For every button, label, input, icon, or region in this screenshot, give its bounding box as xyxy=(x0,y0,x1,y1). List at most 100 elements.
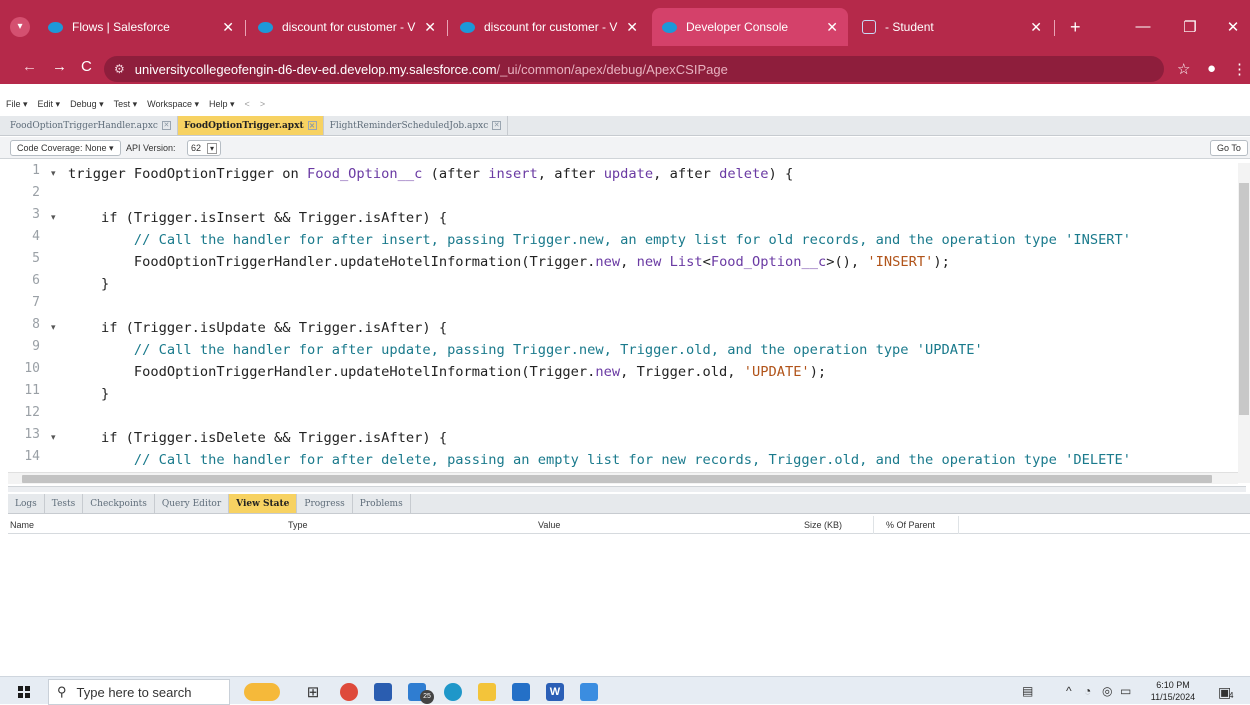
taskbar-search-box[interactable]: ⚲ Type here to search xyxy=(48,679,230,705)
code-line: } xyxy=(68,276,110,292)
file-tab-scheduled-job[interactable]: FlightReminderScheduledJob.apxc ✕ xyxy=(324,116,509,135)
more-menu-icon[interactable]: ⋮ xyxy=(1232,60,1247,78)
column-size[interactable]: Size (KB) xyxy=(804,520,842,530)
battery-icon[interactable]: ▭ xyxy=(1120,684,1131,698)
close-file-icon[interactable]: ✕ xyxy=(161,121,171,130)
store-icon[interactable] xyxy=(374,683,392,701)
tab-problems[interactable]: Problems xyxy=(353,494,411,513)
file-tab-bar: FoodOptionTriggerHandler.apxc ✕ FoodOpti… xyxy=(0,116,1250,136)
chrome-icon[interactable] xyxy=(340,683,358,701)
photos-icon[interactable] xyxy=(580,683,598,701)
tab-checkpoints[interactable]: Checkpoints xyxy=(83,494,155,513)
tab-logs[interactable]: Logs xyxy=(8,494,45,513)
column-type[interactable]: Type xyxy=(288,520,308,530)
fold-arrow-icon[interactable]: ▾ xyxy=(51,432,56,443)
tab-title: Developer Console xyxy=(686,20,789,34)
task-view-icon[interactable]: ⊞ xyxy=(304,683,322,701)
close-tab-icon[interactable]: ✕ xyxy=(826,19,838,36)
close-tab-icon[interactable]: ✕ xyxy=(222,19,234,36)
panel-splitter[interactable] xyxy=(8,486,1246,492)
line-number: 10 xyxy=(24,361,40,376)
menu-back[interactable]: < xyxy=(245,99,250,109)
tab-title: Flows | Salesforce xyxy=(72,20,170,34)
browser-tab-flows[interactable]: Flows | Salesforce ✕ xyxy=(38,8,244,46)
browser-tab-discount-2[interactable]: discount for customer - V1 ✕ xyxy=(450,8,648,46)
menu-file[interactable]: File ▾ xyxy=(6,99,28,110)
menu-workspace[interactable]: Workspace ▾ xyxy=(147,99,199,110)
line-number: 2 xyxy=(32,185,40,200)
volume-icon[interactable]: ◎ xyxy=(1102,684,1112,698)
line-number: 6 xyxy=(32,273,40,288)
column-percent-of-parent[interactable]: % Of Parent xyxy=(886,520,935,530)
site-settings-icon[interactable]: ⚙ xyxy=(114,62,125,76)
editor-horizontal-scrollbar[interactable] xyxy=(8,472,1238,484)
file-tab-label: FoodOptionTriggerHandler.apxc xyxy=(10,120,158,131)
fold-arrow-icon[interactable]: ▾ xyxy=(51,322,56,333)
tab-divider xyxy=(447,20,448,36)
keyboard-icon[interactable]: ▤ xyxy=(1022,684,1033,698)
file-explorer-icon[interactable] xyxy=(478,683,496,701)
close-file-icon[interactable]: ✕ xyxy=(307,121,317,130)
code-coverage-dropdown[interactable]: Code Coverage: None ▾ xyxy=(10,140,121,156)
code-line: if (Trigger.isUpdate && Trigger.isAfter)… xyxy=(68,320,448,336)
editor-vertical-scrollbar[interactable] xyxy=(1238,163,1250,483)
code-editor[interactable]: 1 2 3 4 5 6 7 8 9 10 11 12 13 14 15 ▾ ▾ … xyxy=(8,163,1238,481)
code-line: FoodOptionTriggerHandler.updateHotelInfo… xyxy=(68,254,950,270)
notification-badge: 25 xyxy=(420,690,434,704)
close-tab-icon[interactable]: ✕ xyxy=(424,19,436,36)
browser-icon[interactable] xyxy=(444,683,462,701)
column-name[interactable]: Name xyxy=(10,520,34,530)
column-value[interactable]: Value xyxy=(538,520,560,530)
menu-edit[interactable]: Edit ▾ xyxy=(38,99,61,110)
file-tab-handler[interactable]: FoodOptionTriggerHandler.apxc ✕ xyxy=(4,116,178,135)
line-number: 8 xyxy=(32,317,40,332)
go-to-button[interactable]: Go To xyxy=(1210,140,1248,156)
tab-query-editor[interactable]: Query Editor xyxy=(155,494,230,513)
restore-icon[interactable]: ❐ xyxy=(1175,18,1205,36)
address-bar[interactable]: ⚙ universitycollegeofengin-d6-dev-ed.dev… xyxy=(104,56,1164,82)
word-icon[interactable]: W xyxy=(546,683,564,701)
tab-tests[interactable]: Tests xyxy=(45,494,84,513)
bookmark-star-icon[interactable]: ☆ xyxy=(1177,60,1190,78)
code-content[interactable]: trigger FoodOptionTrigger on Food_Option… xyxy=(68,163,1233,481)
reload-icon[interactable]: C xyxy=(81,58,92,75)
file-tab-trigger[interactable]: FoodOptionTrigger.apxt ✕ xyxy=(177,116,324,135)
fold-arrow-icon[interactable]: ▾ xyxy=(51,168,56,179)
close-file-icon[interactable]: ✕ xyxy=(492,121,502,130)
fold-arrow-icon[interactable]: ▾ xyxy=(51,212,56,223)
network-icon[interactable]: ◔ xyxy=(1084,684,1091,698)
browser-tab-student[interactable]: - Student ✕ xyxy=(852,8,1052,46)
close-tab-icon[interactable]: ✕ xyxy=(626,19,638,36)
close-tab-icon[interactable]: ✕ xyxy=(1030,19,1042,36)
profile-icon[interactable]: ● xyxy=(1207,60,1216,77)
menu-forward[interactable]: > xyxy=(260,99,265,109)
tab-divider xyxy=(245,20,246,36)
line-number: 9 xyxy=(32,339,40,354)
salesforce-cloud-icon xyxy=(460,21,475,33)
tab-view-state[interactable]: View State xyxy=(229,494,298,513)
windows-start-icon[interactable] xyxy=(18,686,30,698)
close-window-icon[interactable]: ✕ xyxy=(1218,18,1248,36)
menu-debug[interactable]: Debug ▾ xyxy=(70,99,104,110)
minimize-icon[interactable]: — xyxy=(1128,18,1158,35)
column-divider xyxy=(958,516,959,534)
tab-progress[interactable]: Progress xyxy=(297,494,353,513)
browser-tab-developer-console[interactable]: Developer Console ✕ xyxy=(652,8,848,46)
scrollbar-thumb[interactable] xyxy=(1239,183,1249,415)
vscode-icon[interactable] xyxy=(512,683,530,701)
api-version-select[interactable]: 62 ▾ xyxy=(187,140,222,156)
new-tab-button[interactable]: + xyxy=(1060,8,1090,46)
url-host: universitycollegeofengin-d6-dev-ed.devel… xyxy=(134,61,497,77)
menu-help[interactable]: Help ▾ xyxy=(209,99,235,110)
show-hidden-icons-icon[interactable]: ^ xyxy=(1066,684,1072,698)
menu-test[interactable]: Test ▾ xyxy=(114,99,138,110)
forward-arrow-icon[interactable]: → xyxy=(52,58,67,75)
editor-toolbar: Code Coverage: None ▾ API Version: 62 ▾ … xyxy=(0,137,1250,159)
weather-widget-icon[interactable] xyxy=(244,683,280,701)
scrollbar-thumb[interactable] xyxy=(22,475,1212,483)
browser-tab-discount-1[interactable]: discount for customer - V1 ✕ xyxy=(248,8,446,46)
code-comment-line: // Call the handler for after delete, pa… xyxy=(68,452,1132,468)
system-clock[interactable]: 6:10 PM 11/15/2024 xyxy=(1148,679,1198,703)
back-arrow-icon[interactable]: ← xyxy=(22,58,37,75)
line-number: 13 xyxy=(24,427,40,442)
